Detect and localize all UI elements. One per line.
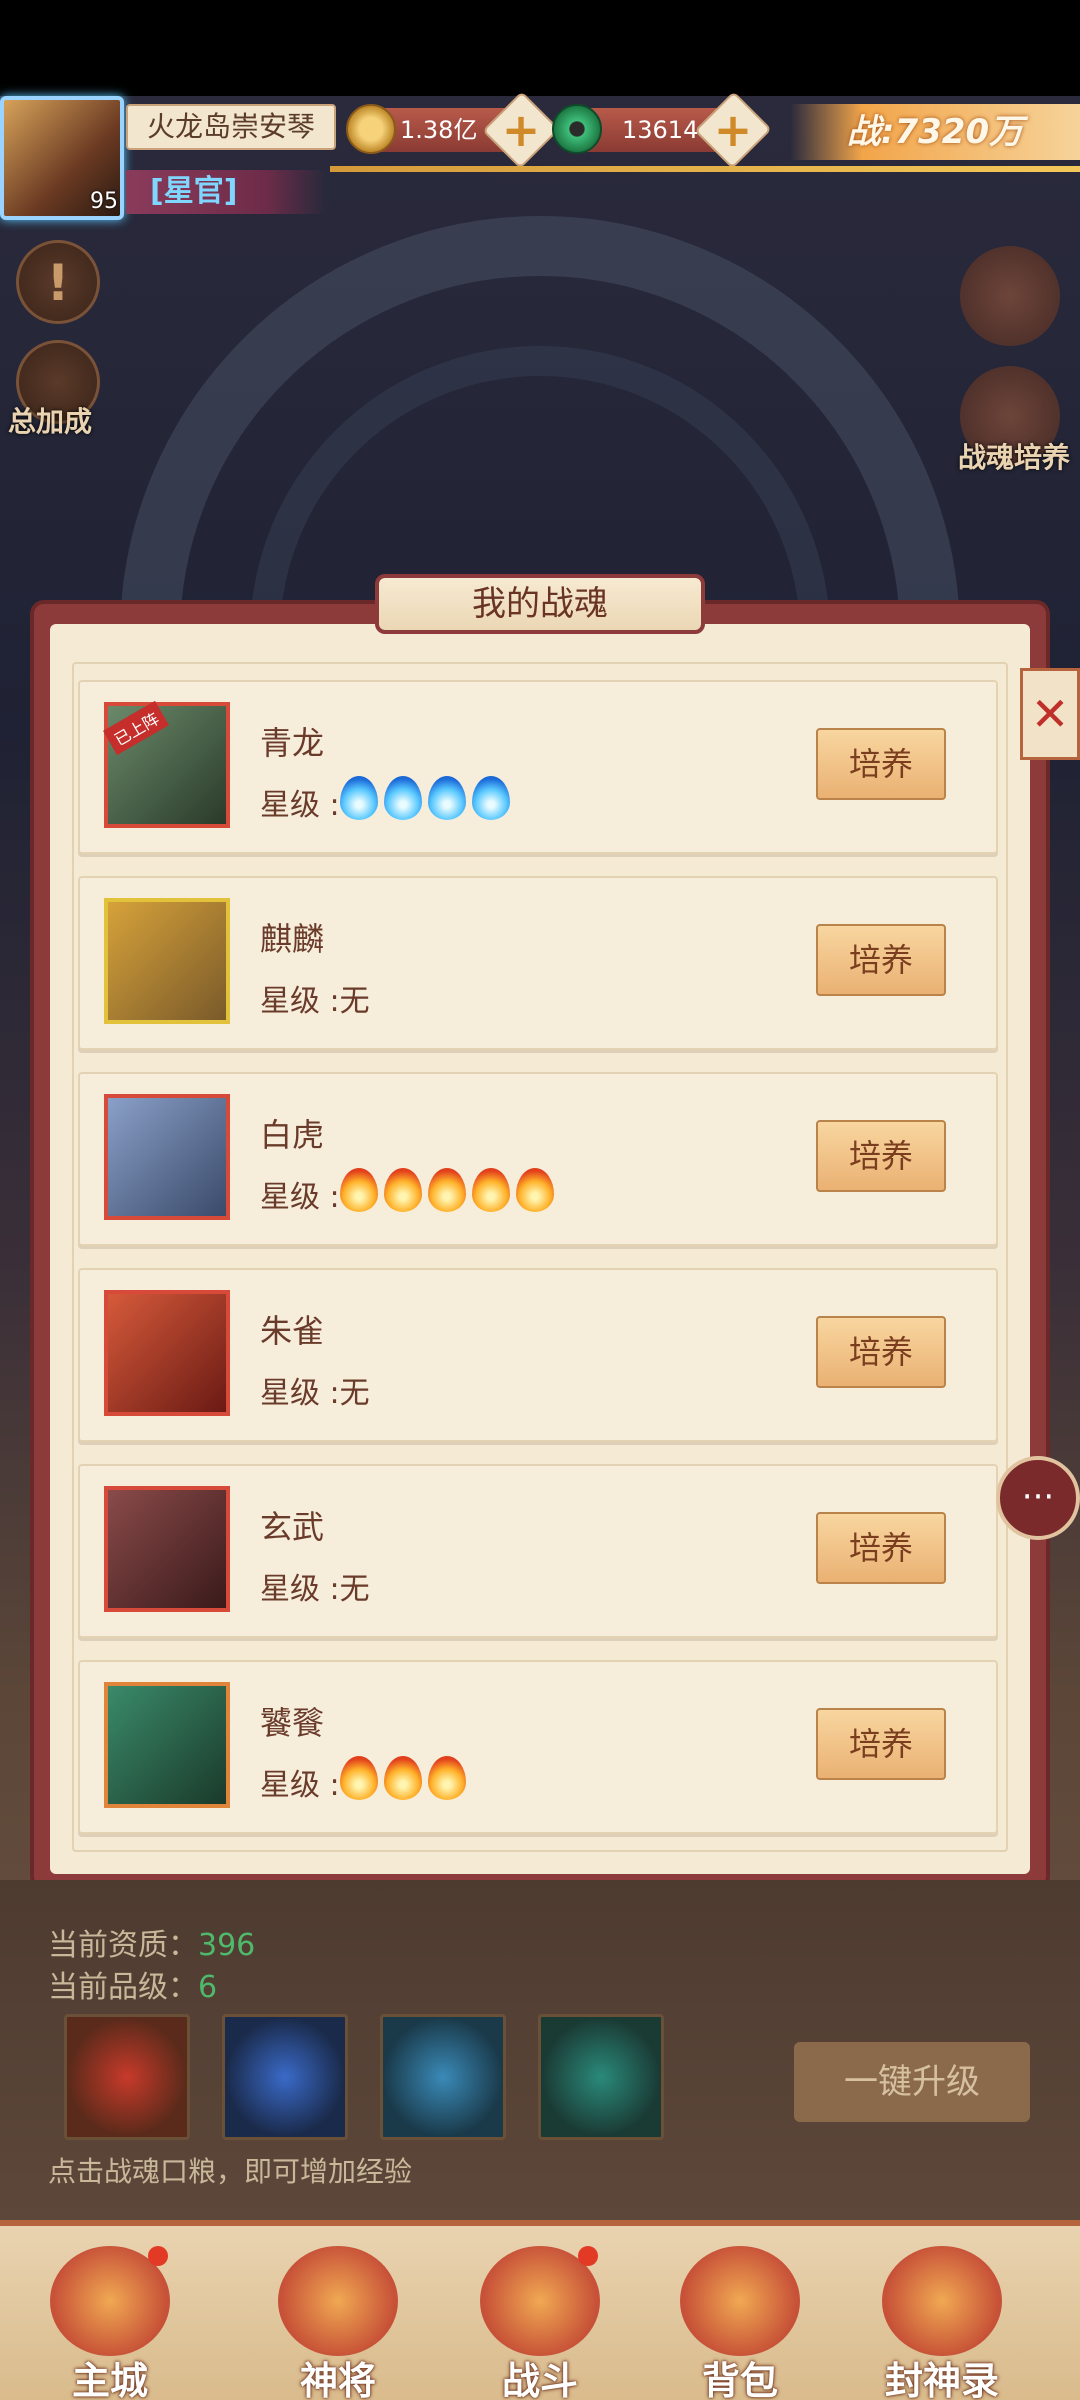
soul-name: 白虎: [260, 1116, 325, 1154]
backpack-icon: [680, 2246, 800, 2356]
train-button[interactable]: 培养: [816, 1120, 946, 1192]
soul-portrait[interactable]: [104, 898, 230, 1024]
soul-portrait[interactable]: [104, 1094, 230, 1220]
soul-name: 青龙: [260, 724, 325, 762]
soul-food-item[interactable]: [380, 2014, 506, 2140]
player-avatar[interactable]: 95: [0, 96, 124, 220]
train-button[interactable]: 培养: [816, 1708, 946, 1780]
soul-star-level: 星级 :: [260, 1768, 340, 1803]
soul-star-level: 星级 :无: [260, 984, 370, 1019]
add-coin-button[interactable]: +: [482, 91, 560, 169]
train-button[interactable]: 培养: [816, 1512, 946, 1584]
star-flames: [340, 776, 510, 820]
soul-row: 麒麟星级 :无 培养: [78, 876, 998, 1050]
soul-row: 玄武星级 :无 培养: [78, 1464, 998, 1638]
coin-icon: [346, 104, 396, 154]
soul-train-label: 战魂培养: [958, 441, 1071, 474]
soul-star-level: 星级 :无: [260, 1376, 370, 1411]
player-name: 火龙岛崇安琴: [126, 104, 336, 150]
orange-flame-icon: [428, 1756, 466, 1800]
soul-star-level: 星级 :: [260, 788, 340, 823]
chat-icon[interactable]: ···: [996, 1456, 1080, 1540]
soul-portrait[interactable]: [104, 1486, 230, 1612]
orange-flame-icon: [472, 1168, 510, 1212]
top-header: 95 火龙岛崇安琴 [星官] 1.38亿 + 13614 + 战:7320万: [0, 91, 1080, 226]
soul-food-item[interactable]: [538, 2014, 664, 2140]
total-bonus-label: 总加成: [8, 405, 93, 438]
orange-flame-icon: [384, 1756, 422, 1800]
deployed-badge: 已上阵: [103, 700, 169, 756]
soul-name: 麒麟: [260, 920, 325, 958]
soul-food-item[interactable]: [64, 2014, 190, 2140]
soul-name: 玄武: [260, 1508, 325, 1546]
bottom-nav: 主城 神将 战斗 背包 封神录: [0, 2220, 1080, 2400]
soul-row: 已上阵 青龙星级 : 培养: [78, 680, 998, 854]
soul-name: 朱雀: [260, 1312, 325, 1350]
player-title: [星官]: [126, 170, 326, 214]
coin-amount: 1.38亿: [400, 116, 478, 144]
soul-star-level: 星级 :: [260, 1180, 340, 1215]
jade-amount: 13614: [622, 116, 699, 144]
orange-flame-icon: [516, 1168, 554, 1212]
nav-label: 战斗: [501, 2359, 578, 2400]
generals-icon: [278, 2246, 398, 2356]
nav-label: 神将: [299, 2359, 376, 2400]
plus-icon: +: [713, 103, 753, 157]
soul-portrait[interactable]: [104, 1290, 230, 1416]
fengshen-record-icon: [882, 2246, 1002, 2356]
star-flames: [340, 1756, 466, 1800]
add-jade-button[interactable]: +: [694, 91, 772, 169]
orange-flame-icon: [340, 1756, 378, 1800]
notification-dot: [578, 2246, 598, 2266]
soul-portrait[interactable]: 已上阵: [103, 700, 230, 828]
nav-label: 主城: [71, 2359, 148, 2400]
nav-battle[interactable]: 战斗: [460, 2246, 620, 2400]
jade-icon: [552, 104, 602, 154]
power-divider: [330, 166, 1080, 172]
star-flames: [340, 1168, 554, 1212]
nav-main-city[interactable]: 主城: [30, 2246, 190, 2400]
aptitude-label: 当前资质：: [48, 1928, 198, 1963]
soul-food-item[interactable]: [222, 2014, 348, 2140]
nav-label: 背包: [701, 2359, 778, 2400]
aptitude-value: 396: [198, 1928, 256, 1963]
blue-flame-icon: [472, 776, 510, 820]
status-bar: [0, 0, 1080, 96]
train-button[interactable]: 培养: [816, 924, 946, 996]
one-click-upgrade-button[interactable]: 一键升级: [794, 2042, 1030, 2122]
plus-icon: +: [501, 103, 541, 157]
soul-star-level: 星级 :无: [260, 1572, 370, 1607]
nav-backpack[interactable]: 背包: [660, 2246, 820, 2400]
close-button[interactable]: ✕: [1020, 668, 1080, 760]
notification-dot: [148, 2246, 168, 2266]
soul-row: 白虎星级 : 培养: [78, 1072, 998, 1246]
alert-icon[interactable]: !: [16, 240, 100, 324]
orange-flame-icon: [428, 1168, 466, 1212]
blue-flame-icon: [428, 776, 466, 820]
soul-row: 饕餮星级 : 培养: [78, 1660, 998, 1834]
soul-food-hint: 点击战魂口粮，即可增加经验: [48, 2155, 413, 2188]
avatar-level: 95: [90, 189, 118, 214]
soul-name: 饕餮: [260, 1704, 325, 1742]
combat-power: 战:7320万: [790, 104, 1080, 160]
aptitude-line: 当前资质：396: [48, 1920, 255, 1964]
blue-flame-icon: [340, 776, 378, 820]
train-button[interactable]: 培养: [816, 1316, 946, 1388]
blue-flame-icon: [384, 776, 422, 820]
grade-value: 6: [198, 1970, 218, 2005]
grade-label: 当前品级：: [48, 1970, 198, 2005]
orange-flame-icon: [340, 1168, 378, 1212]
grade-line: 当前品级：6: [48, 1962, 217, 2006]
soul-row: 朱雀星级 :无 培养: [78, 1268, 998, 1442]
nav-fengshen-record[interactable]: 封神录: [862, 2246, 1022, 2400]
back-arrow-icon[interactable]: [960, 246, 1060, 346]
soul-portrait[interactable]: [104, 1682, 230, 1808]
nav-generals[interactable]: 神将: [258, 2246, 418, 2400]
train-button[interactable]: 培养: [816, 728, 946, 800]
nav-label: 封神录: [884, 2359, 999, 2400]
dialog-title: 我的战魂: [375, 574, 705, 634]
orange-flame-icon: [384, 1168, 422, 1212]
